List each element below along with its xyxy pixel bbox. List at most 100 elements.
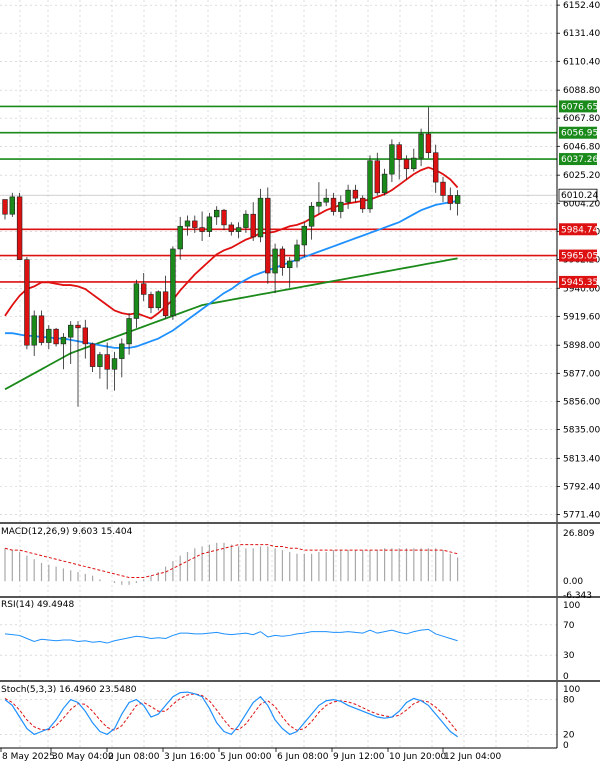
- candle-body: [432, 152, 439, 183]
- panel-separator: [0, 522, 600, 524]
- candle-body: [133, 283, 140, 319]
- level-label: 6037.26: [561, 155, 598, 165]
- candle-body: [16, 196, 23, 260]
- candle-body: [352, 189, 359, 199]
- candle-body: [418, 133, 424, 159]
- candle-body: [31, 315, 37, 346]
- time-tick-label: 30 May 04:00: [52, 752, 114, 762]
- price-tick-label: 5919.60: [563, 312, 600, 322]
- candlesticks: [2, 107, 461, 407]
- time-tick-label: 12 Jun 04:00: [444, 752, 501, 762]
- macd-label: MACD(12,26,9) 9.603 15.404: [1, 527, 133, 537]
- time-tick-label: 10 Jun 20:00: [389, 752, 446, 762]
- candle-body: [323, 197, 329, 203]
- time-tick-label: 2 Jun 08:00: [108, 752, 160, 762]
- current-price-label: 6010.24: [561, 191, 598, 201]
- rsi-label: RSI(14) 49.4948: [1, 600, 74, 610]
- candle-body: [170, 248, 176, 317]
- price-tick-label: 5813.40: [563, 454, 600, 464]
- price-tick-label: 5856.00: [563, 397, 600, 407]
- price-axis: 6152.40 6131.40 6110.40 6088.80 6067.80 6046.…: [556, 0, 600, 522]
- candle-body: [155, 291, 161, 309]
- candle-body: [214, 209, 220, 218]
- candle-body: [359, 197, 366, 210]
- time-axis: 8 May 202530 May 04:002 Jun 08:00 3 Jun 1…: [0, 747, 557, 762]
- ma-red-line: [4, 166, 459, 320]
- candle-body: [374, 160, 380, 194]
- candle-body: [24, 259, 30, 346]
- candle-body: [316, 201, 322, 207]
- candle-body: [272, 248, 278, 274]
- price-tick-label: 5771.40: [563, 510, 600, 520]
- candle-body: [265, 197, 271, 274]
- time-tick-label: 6 Jun 08:00: [277, 752, 329, 762]
- macd-panel: MACD(12,26,9) 9.603 15.404 26.809 0.00 -6.3…: [1, 524, 595, 601]
- candle-body: [308, 205, 315, 227]
- candle-body: [454, 195, 461, 204]
- candle-body: [162, 291, 169, 317]
- price-chart: 6152.40 6131.40 6110.40 6088.80 6067.80 6046.…: [0, 0, 600, 762]
- time-tick-label: 5 Jun 00:00: [220, 752, 272, 762]
- candle-body: [440, 181, 446, 196]
- candle-body: [184, 220, 191, 227]
- candle-body: [46, 328, 52, 343]
- candle-body: [82, 327, 89, 345]
- candle-body: [250, 213, 256, 238]
- macd-tick-label: 26.809: [563, 529, 595, 539]
- price-tick-label: 6110.40: [563, 57, 600, 67]
- chart-grid: [0, 0, 600, 748]
- rsi-tick-label: 30: [563, 651, 575, 661]
- level-label: 6056.95: [561, 129, 598, 139]
- candle-body: [235, 227, 242, 232]
- stoch-tick-label: 100: [563, 685, 580, 695]
- candle-body: [126, 318, 132, 345]
- candle-body: [104, 354, 110, 370]
- stoch-panel: Stoch(5,3,3) 16.4960 23.5480 10080 200: [0, 682, 580, 751]
- price-tick-label: 6088.80: [563, 86, 600, 96]
- candle-body: [60, 336, 67, 345]
- price-tick-label: 5835.00: [563, 425, 600, 435]
- candle-body: [68, 324, 74, 338]
- stoch-k-line: [4, 691, 458, 738]
- candle-body: [53, 328, 59, 345]
- candle-body: [38, 315, 45, 343]
- level-label: 5945.35: [561, 278, 598, 288]
- support-resistance-levels: [0, 105, 557, 283]
- candle-body: [111, 358, 118, 370]
- level-label: 6076.65: [561, 102, 598, 112]
- candle-body: [338, 201, 344, 212]
- macd-tick-label: 0.00: [563, 577, 583, 587]
- price-tick-label: 5877.00: [563, 369, 600, 379]
- moving-averages: [4, 166, 459, 391]
- candle-body: [381, 173, 388, 194]
- rsi-tick-label: 0: [563, 672, 569, 682]
- time-tick-label: 8 May 2025: [2, 752, 55, 762]
- price-tick-label: 6046.80: [563, 142, 600, 152]
- candle-body: [330, 197, 337, 212]
- time-tick-label: 9 Jun 12:00: [333, 752, 385, 762]
- price-tick-label: 5792.40: [563, 482, 600, 492]
- level-label: 5965.05: [561, 252, 598, 262]
- panel-separator: [0, 680, 600, 682]
- candle-body: [345, 189, 351, 203]
- time-tick-label: 3 Jun 16:00: [164, 752, 216, 762]
- rsi-panel: RSI(14) 49.4948 100 70 30 0: [0, 598, 580, 682]
- candle-body: [279, 248, 286, 268]
- candle-body: [294, 244, 300, 262]
- candle-body: [206, 216, 213, 232]
- level-label: 5984.74: [561, 225, 598, 235]
- candle-body: [228, 224, 234, 232]
- stoch-label: Stoch(5,3,3) 16.4960 23.5480: [1, 685, 137, 695]
- candle-body: [199, 227, 205, 232]
- candle-body: [141, 283, 147, 295]
- stoch-tick-label: 80: [563, 696, 575, 706]
- candle-body: [257, 197, 264, 238]
- candle-body: [221, 209, 227, 226]
- candle-body: [447, 195, 453, 204]
- candle-body: [177, 225, 183, 250]
- candle-body: [425, 133, 432, 154]
- candle-body: [89, 343, 96, 367]
- candle-body: [148, 294, 154, 309]
- candle-body: [75, 324, 81, 329]
- panel-separator: [0, 596, 600, 598]
